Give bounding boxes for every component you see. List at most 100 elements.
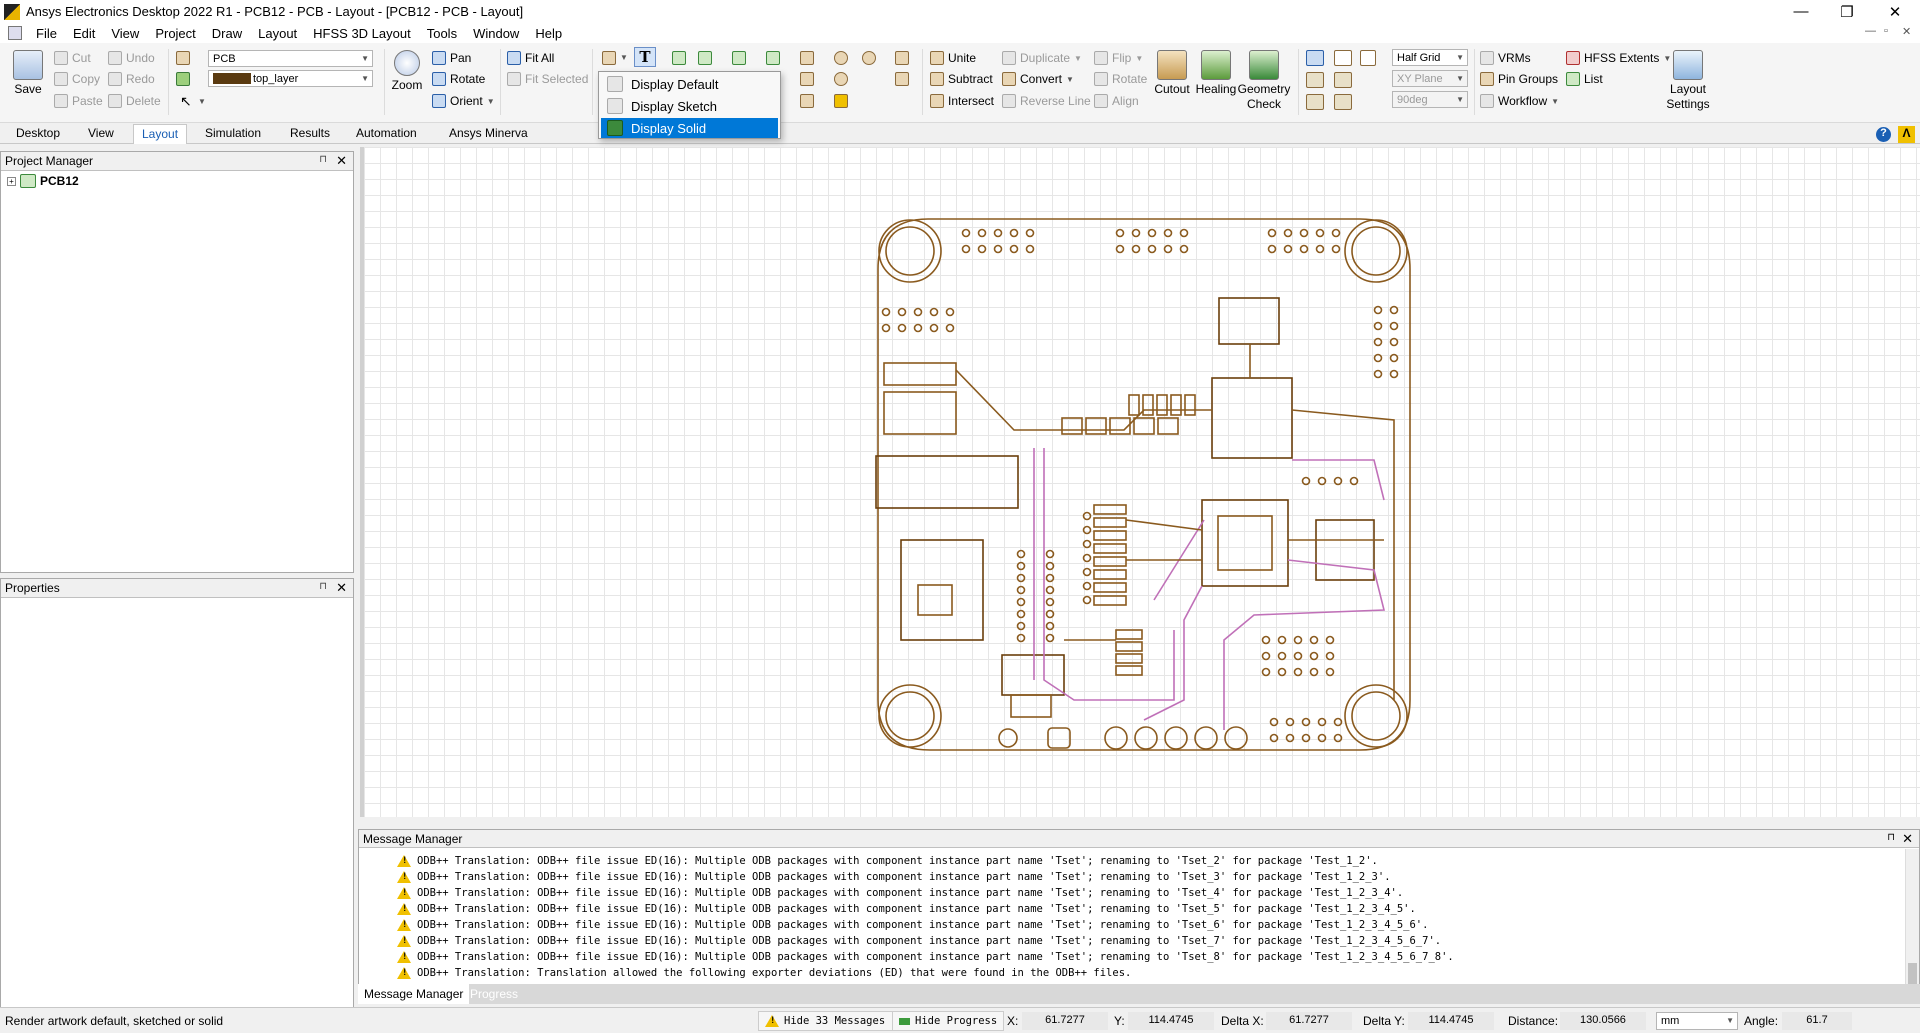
design-type-icon[interactable] xyxy=(176,51,190,65)
test-point[interactable] xyxy=(1134,726,1158,750)
via[interactable] xyxy=(1389,353,1399,363)
smd-pad[interactable] xyxy=(1115,665,1143,676)
mounting-hole[interactable] xyxy=(1344,684,1408,748)
pin-groups-button[interactable]: Pin Groups xyxy=(1480,72,1558,86)
trace[interactable] xyxy=(1291,409,1395,700)
reverse-line-button[interactable]: Reverse Line xyxy=(1002,94,1091,108)
cut-button[interactable]: Cut xyxy=(54,51,91,65)
snap-lightning-icon[interactable] xyxy=(1360,50,1376,66)
via[interactable] xyxy=(1277,667,1287,677)
via[interactable] xyxy=(1373,369,1383,379)
paste-button[interactable]: Paste xyxy=(54,94,103,108)
menu-draw[interactable]: Draw xyxy=(204,26,250,41)
hide-progress-button[interactable]: Hide Progress xyxy=(892,1011,1004,1031)
pcb-artwork[interactable] xyxy=(364,147,1920,817)
connect-icon[interactable] xyxy=(732,51,746,65)
via[interactable] xyxy=(1293,667,1303,677)
chevron-down-icon[interactable]: ▼ xyxy=(620,53,628,62)
component-body[interactable] xyxy=(1001,654,1065,696)
port-up-icon[interactable] xyxy=(834,72,848,86)
menu-file[interactable]: File xyxy=(28,26,65,41)
via[interactable] xyxy=(1025,228,1035,238)
message-line[interactable]: ODB++ Translation: Translation allowed t… xyxy=(397,967,1131,979)
via[interactable] xyxy=(1325,635,1335,645)
via[interactable] xyxy=(1315,244,1325,254)
test-point[interactable] xyxy=(1047,727,1071,749)
save-button[interactable]: Save xyxy=(10,50,46,97)
duplicate-button[interactable]: Duplicate ▼ xyxy=(1002,51,1082,65)
smd-pad[interactable] xyxy=(1115,653,1143,664)
stackup-icon[interactable] xyxy=(834,94,848,108)
snap-center-icon[interactable] xyxy=(1334,94,1352,110)
undo-button[interactable]: Undo xyxy=(108,51,155,65)
via[interactable] xyxy=(1389,369,1399,379)
menu-layout[interactable]: Layout xyxy=(250,26,305,41)
close-icon[interactable]: ✕ xyxy=(336,153,347,169)
via[interactable] xyxy=(1261,635,1271,645)
hfss-extents-button[interactable]: HFSS Extents ▼ xyxy=(1566,51,1671,65)
via[interactable] xyxy=(1331,228,1341,238)
tab-progress[interactable]: Progress xyxy=(470,987,518,1001)
message-scrollbar[interactable] xyxy=(1905,849,1919,985)
snap-face-icon[interactable] xyxy=(1334,72,1352,88)
snap-edge-icon[interactable] xyxy=(1306,72,1324,88)
select-arrow-icon[interactable]: ↖ xyxy=(180,93,192,110)
vrms-button[interactable]: VRMs xyxy=(1480,51,1531,65)
via[interactable] xyxy=(1317,717,1327,727)
via[interactable] xyxy=(1301,717,1311,727)
plane-select[interactable]: XY Plane ▼ xyxy=(1392,70,1468,87)
menu-help[interactable]: Help xyxy=(527,26,570,41)
via[interactable] xyxy=(1283,244,1293,254)
via[interactable] xyxy=(993,244,1003,254)
trace[interactable] xyxy=(955,369,1064,431)
via[interactable] xyxy=(1389,337,1399,347)
via[interactable] xyxy=(1045,597,1055,607)
flip-button[interactable]: Flip ▼ xyxy=(1094,51,1143,65)
grid-select[interactable]: Half Grid ▼ xyxy=(1392,49,1468,66)
via[interactable] xyxy=(1373,337,1383,347)
geometry-check-button[interactable]: Geometry Check xyxy=(1236,50,1292,112)
via[interactable] xyxy=(1309,667,1319,677)
ground-icon[interactable] xyxy=(895,72,909,86)
hide-messages-button[interactable]: Hide 33 Messages xyxy=(758,1011,896,1031)
pad[interactable] xyxy=(917,584,953,616)
via[interactable] xyxy=(1045,609,1055,619)
menu-view[interactable]: View xyxy=(103,26,147,41)
via[interactable] xyxy=(1082,539,1092,549)
via[interactable] xyxy=(1179,228,1189,238)
tab-view[interactable]: View xyxy=(88,126,114,140)
list-button[interactable]: List xyxy=(1566,72,1603,86)
tab-simulation[interactable]: Simulation xyxy=(205,126,261,140)
message-line[interactable]: ODB++ Translation: ODB++ file issue ED(1… xyxy=(397,871,1391,883)
pin-icon[interactable]: ⊓ xyxy=(319,154,327,165)
pad[interactable] xyxy=(1010,694,1052,718)
via[interactable] xyxy=(1349,476,1359,486)
via[interactable] xyxy=(1333,717,1343,727)
fit-selected-button[interactable]: Fit Selected xyxy=(507,72,588,86)
via[interactable] xyxy=(1115,228,1125,238)
via[interactable] xyxy=(1373,353,1383,363)
pan-button[interactable]: Pan xyxy=(432,51,471,65)
via[interactable] xyxy=(1016,609,1026,619)
pin-line-icon[interactable] xyxy=(766,51,780,65)
message-line[interactable]: ODB++ Translation: ODB++ file issue ED(1… xyxy=(397,919,1428,931)
smd-pad[interactable] xyxy=(1061,417,1083,435)
via[interactable] xyxy=(1147,228,1157,238)
via[interactable] xyxy=(1082,511,1092,521)
via[interactable] xyxy=(1325,667,1335,677)
via[interactable] xyxy=(1163,244,1173,254)
menu-item-display-default[interactable]: Display Default xyxy=(601,74,778,94)
redo-button[interactable]: Redo xyxy=(108,72,155,86)
smd-pad[interactable] xyxy=(1184,394,1196,416)
via[interactable] xyxy=(1045,549,1055,559)
component-body[interactable] xyxy=(900,539,984,641)
message-line[interactable]: ODB++ Translation: ODB++ file issue ED(1… xyxy=(397,903,1416,915)
via[interactable] xyxy=(1082,553,1092,563)
mounting-hole-inner[interactable] xyxy=(885,691,935,741)
pin-icon[interactable] xyxy=(895,51,909,65)
help-icon[interactable]: ? xyxy=(1876,127,1891,142)
test-point[interactable] xyxy=(1194,726,1218,750)
mounting-hole-inner[interactable] xyxy=(1351,226,1401,276)
via[interactable] xyxy=(1373,321,1383,331)
tab-message-manager[interactable]: Message Manager xyxy=(358,984,470,1004)
